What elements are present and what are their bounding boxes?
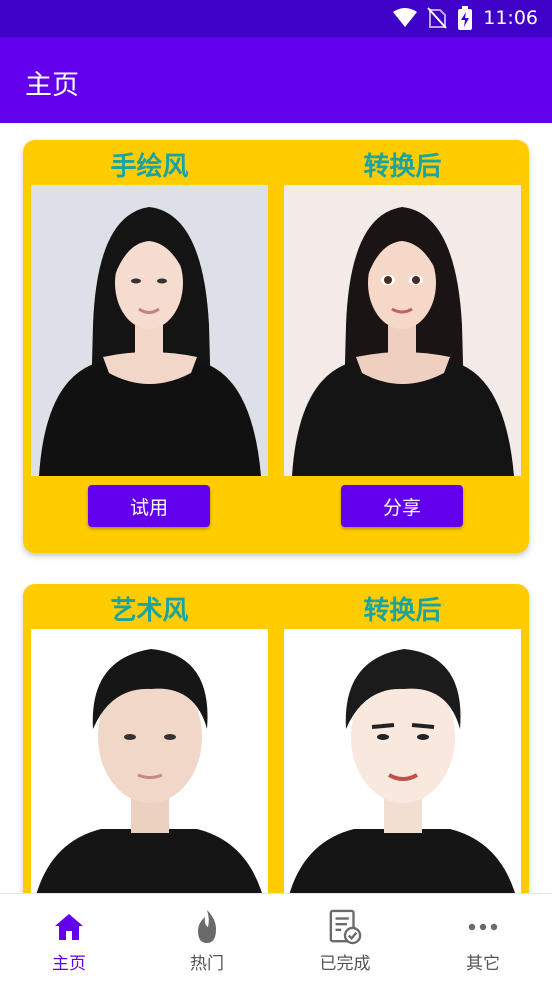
style-label: 艺术风 <box>110 596 189 626</box>
status-icons: 11:06 <box>393 6 538 30</box>
nav-item-other[interactable]: 其它 <box>414 894 552 981</box>
style-label: 手绘风 <box>110 152 189 182</box>
result-label: 转换后 <box>363 152 442 182</box>
try-button[interactable]: 试用 <box>88 485 210 527</box>
bottom-navigation: 主页 热门 已完成 其它 <box>0 893 552 981</box>
original-photo <box>31 629 268 893</box>
nav-label: 其它 <box>466 954 500 974</box>
page-title: 主页 <box>25 70 79 101</box>
content-scroll[interactable]: 手绘风 转换后 试用 分享 艺术风 转换后 <box>0 123 552 893</box>
original-photo <box>31 185 268 476</box>
wifi-icon <box>393 8 418 27</box>
style-card-artistic: 艺术风 转换后 <box>23 584 529 893</box>
style-card-hand-drawn: 手绘风 转换后 试用 分享 <box>23 140 529 553</box>
battery-charging-icon <box>458 6 473 30</box>
nav-item-hot[interactable]: 热门 <box>138 894 276 981</box>
nav-label: 主页 <box>52 954 86 974</box>
app-bar: 主页 <box>0 37 552 123</box>
flame-icon <box>190 908 224 946</box>
status-time: 11:06 <box>483 7 538 29</box>
home-icon <box>52 908 86 946</box>
converted-photo <box>284 185 521 476</box>
nav-item-home[interactable]: 主页 <box>0 894 138 981</box>
result-label: 转换后 <box>363 596 442 626</box>
nav-item-completed[interactable]: 已完成 <box>276 894 414 981</box>
more-icon <box>466 908 500 946</box>
no-sim-icon <box>427 7 447 29</box>
status-bar: 11:06 <box>0 0 552 37</box>
converted-photo <box>284 629 521 893</box>
nav-label: 热门 <box>190 954 224 974</box>
completed-document-icon <box>328 908 362 946</box>
nav-label: 已完成 <box>319 954 371 974</box>
share-button[interactable]: 分享 <box>341 485 463 527</box>
